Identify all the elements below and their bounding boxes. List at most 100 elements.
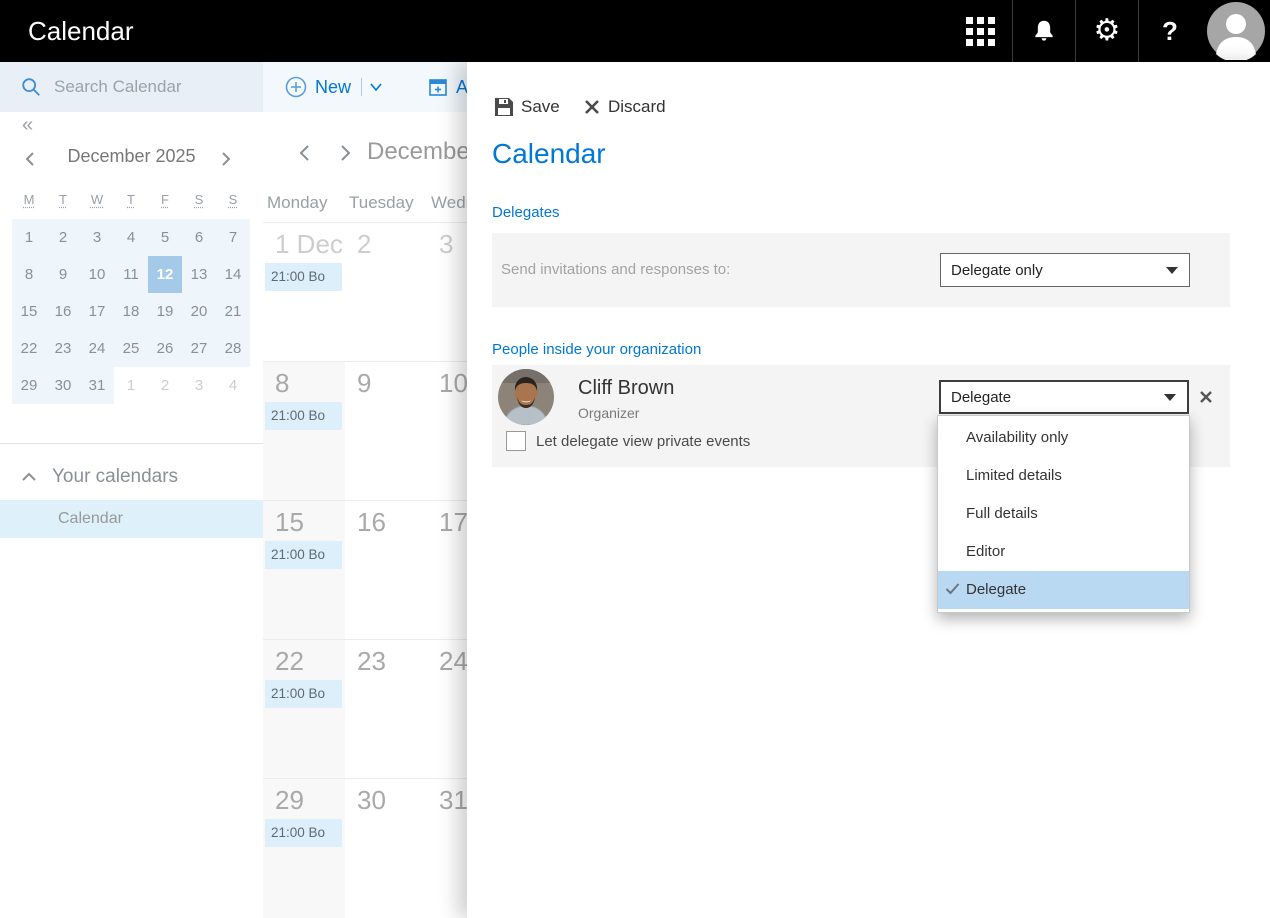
minical-day[interactable]: 11 bbox=[114, 256, 148, 293]
minical-day[interactable]: 19 bbox=[148, 293, 182, 330]
minical-day-header: S bbox=[216, 192, 250, 207]
minical-day[interactable]: 4 bbox=[114, 219, 148, 256]
help-button[interactable]: ? bbox=[1138, 0, 1201, 62]
your-calendars-toggle[interactable]: Your calendars bbox=[0, 457, 263, 497]
search-calendar-input[interactable]: Search Calendar bbox=[0, 62, 263, 112]
minical-day[interactable]: 26 bbox=[148, 330, 182, 367]
day-cell[interactable]: 24 bbox=[427, 640, 467, 779]
day-cell[interactable]: 8 21:00 Bo bbox=[263, 362, 345, 501]
day-cell[interactable]: 10 bbox=[427, 362, 467, 501]
minical-day[interactable]: 5 bbox=[148, 219, 182, 256]
send-invitations-dropdown[interactable]: Delegate only bbox=[940, 253, 1190, 287]
minical-day-next-month[interactable]: 3 bbox=[182, 367, 216, 404]
person-name: Cliff Brown bbox=[578, 377, 674, 400]
gear-icon: ⚙ bbox=[1094, 16, 1121, 46]
minical-day[interactable]: 29 bbox=[12, 367, 46, 404]
day-cell[interactable]: 30 bbox=[345, 779, 427, 918]
minical-day[interactable]: 20 bbox=[182, 293, 216, 330]
minical-day[interactable]: 14 bbox=[216, 256, 250, 293]
minical-day[interactable]: 31 bbox=[80, 367, 114, 404]
save-button[interactable]: Save bbox=[495, 94, 560, 120]
minical-day-headers: M T W T F S S bbox=[12, 192, 250, 207]
private-events-checkbox[interactable] bbox=[506, 431, 526, 451]
private-events-label: Let delegate view private events bbox=[536, 433, 750, 450]
day-cell[interactable]: 1 Dec 21:00 Bo bbox=[263, 223, 345, 362]
next-month-button[interactable] bbox=[337, 142, 355, 169]
add-calendar-button[interactable]: Add calendar bbox=[428, 62, 467, 112]
day-cell[interactable]: 2 bbox=[345, 223, 427, 362]
minical-day[interactable]: 27 bbox=[182, 330, 216, 367]
minical-day[interactable]: 18 bbox=[114, 293, 148, 330]
event-chip[interactable]: 21:00 Bo bbox=[265, 680, 342, 708]
minical-day-next-month[interactable]: 2 bbox=[148, 367, 182, 404]
search-placeholder: Search Calendar bbox=[54, 77, 182, 97]
topbar-icons: ⚙ ? bbox=[949, 0, 1270, 62]
settings-page-title: Calendar bbox=[492, 138, 606, 170]
new-event-button[interactable]: New bbox=[285, 62, 383, 112]
minical-day[interactable]: 22 bbox=[12, 330, 46, 367]
chevron-down-icon bbox=[369, 82, 383, 92]
event-chip[interactable]: 21:00 Bo bbox=[265, 541, 342, 569]
weekday-header: Wednesday bbox=[427, 193, 467, 213]
minical-day[interactable]: 28 bbox=[216, 330, 250, 367]
minical-day[interactable]: 2 bbox=[46, 219, 80, 256]
day-cell[interactable]: 23 bbox=[345, 640, 427, 779]
minical-prev-month-button[interactable] bbox=[22, 150, 38, 173]
settings-button[interactable]: ⚙ bbox=[1075, 0, 1138, 62]
day-number: 8 bbox=[275, 368, 289, 399]
minical-next-month-button[interactable] bbox=[218, 150, 234, 173]
permission-dropdown[interactable]: Delegate bbox=[939, 380, 1189, 414]
minical-day[interactable]: 10 bbox=[80, 256, 114, 293]
minical-day[interactable]: 9 bbox=[46, 256, 80, 293]
day-number: 22 bbox=[275, 646, 304, 677]
menu-item-availability-only[interactable]: Availability only bbox=[938, 419, 1189, 457]
minical-day[interactable]: 1 bbox=[12, 219, 46, 256]
day-cell[interactable]: 31 bbox=[427, 779, 467, 918]
day-cell[interactable]: 15 21:00 Bo bbox=[263, 501, 345, 640]
minical-day[interactable]: 7 bbox=[216, 219, 250, 256]
day-cell[interactable]: 22 21:00 Bo bbox=[263, 640, 345, 779]
minical-day-next-month[interactable]: 1 bbox=[114, 367, 148, 404]
day-number: 9 bbox=[357, 368, 371, 399]
remove-delegate-button[interactable] bbox=[1196, 387, 1216, 407]
minical-day-selected[interactable]: 12 bbox=[148, 256, 182, 293]
person-role: Organizer bbox=[578, 405, 639, 421]
minical-day[interactable]: 6 bbox=[182, 219, 216, 256]
day-cell[interactable]: 9 bbox=[345, 362, 427, 501]
minical-day[interactable]: 21 bbox=[216, 293, 250, 330]
menu-item-editor[interactable]: Editor bbox=[938, 533, 1189, 571]
add-calendar-icon bbox=[428, 77, 448, 97]
minical-day[interactable]: 25 bbox=[114, 330, 148, 367]
menu-item-limited-details[interactable]: Limited details bbox=[938, 457, 1189, 495]
minical-day[interactable]: 15 bbox=[12, 293, 46, 330]
minical-day[interactable]: 17 bbox=[80, 293, 114, 330]
minical-day[interactable]: 16 bbox=[46, 293, 80, 330]
event-chip[interactable]: 21:00 Bo bbox=[265, 819, 342, 847]
minical-day[interactable]: 30 bbox=[46, 367, 80, 404]
discard-x-icon bbox=[584, 99, 600, 115]
sidebar-item-calendar[interactable]: Calendar bbox=[0, 500, 263, 538]
notifications-button[interactable] bbox=[1012, 0, 1075, 62]
menu-item-full-details[interactable]: Full details bbox=[938, 495, 1189, 533]
day-cell[interactable]: 29 21:00 Bo bbox=[263, 779, 345, 918]
event-chip[interactable]: 21:00 Bo bbox=[265, 263, 342, 291]
day-number: 10 bbox=[439, 368, 467, 399]
minical-day[interactable]: 8 bbox=[12, 256, 46, 293]
app-launcher-button[interactable] bbox=[949, 0, 1012, 62]
minical-day[interactable]: 13 bbox=[182, 256, 216, 293]
minical-day-header: M bbox=[12, 192, 46, 207]
day-cell[interactable]: 3 23:30 bbox=[427, 223, 467, 362]
minical-day[interactable]: 3 bbox=[80, 219, 114, 256]
menu-item-delegate-selected[interactable]: Delegate bbox=[938, 571, 1189, 609]
discard-button[interactable]: Discard bbox=[584, 94, 666, 120]
account-avatar-button[interactable] bbox=[1201, 0, 1270, 62]
day-cell[interactable]: 16 bbox=[345, 501, 427, 640]
prev-month-button[interactable] bbox=[295, 142, 313, 169]
event-chip[interactable]: 21:00 Bo bbox=[265, 402, 342, 430]
collapse-sidebar-button[interactable]: « bbox=[22, 114, 33, 137]
minical-day-next-month[interactable]: 4 bbox=[216, 367, 250, 404]
minical-day[interactable]: 23 bbox=[46, 330, 80, 367]
chevron-left-icon bbox=[295, 142, 313, 164]
minical-day[interactable]: 24 bbox=[80, 330, 114, 367]
day-cell[interactable]: 17 bbox=[427, 501, 467, 640]
